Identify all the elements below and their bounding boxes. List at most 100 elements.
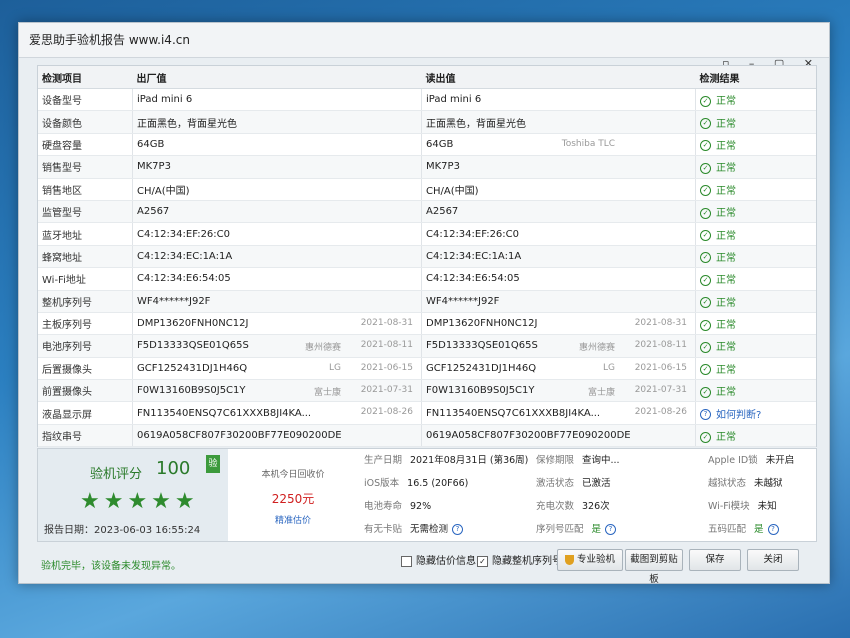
close-button[interactable]: 关闭	[747, 549, 799, 571]
read-value: WF4******J92F	[426, 295, 500, 307]
read-note: 富士康	[587, 388, 615, 399]
help-icon[interactable]: ?	[605, 524, 617, 535]
sim-value: 无需检测	[410, 524, 449, 535]
row-result[interactable]: ? 如何判断?	[695, 401, 816, 425]
row-result: ✓ 正常	[695, 334, 816, 358]
score-box: 验机评分 100 验 ★★★★★ 报告日期：2023-06-03 16:55:2…	[38, 449, 228, 541]
row-item: 主板序列号	[38, 312, 133, 336]
table-row: 指纹串号 0619A058CF807F30200BF77E090200DE 0619…	[38, 424, 816, 448]
result-text: 正常	[716, 185, 736, 197]
check-circle-icon: ✓	[700, 274, 711, 286]
table-row: Wi-Fi地址 C4:12:34:E6:54:05 C4:12:34:E6:54:0…	[38, 267, 816, 291]
battery-key: 电池寿命	[364, 501, 403, 512]
read-value: CH/A(中国)	[426, 185, 479, 197]
battery-value: 92%	[410, 501, 432, 512]
factory-value: MK7P3	[137, 161, 171, 173]
row-factory: 64GB	[132, 133, 422, 157]
row-read: MK7P3	[421, 155, 696, 179]
score-value: 100	[156, 458, 191, 479]
row-read: iPad mini 6	[421, 88, 696, 112]
row-read: WF4******J92F	[421, 290, 696, 313]
summary-panel: 验机评分 100 验 ★★★★★ 报告日期：2023-06-03 16:55:2…	[37, 448, 817, 542]
checkbox-checked-icon[interactable]: ✓	[477, 555, 488, 567]
factory-value: C4:12:34:E6:54:05	[137, 273, 231, 285]
window-title: 爱思助手验机报告 www.i4.cn	[19, 23, 829, 58]
result-text: 正常	[716, 163, 736, 175]
shield-icon	[564, 554, 574, 565]
row-read: C4:12:34:E6:54:05	[421, 267, 696, 291]
result-text: 正常	[716, 387, 736, 399]
row-item: 前置摄像头	[38, 379, 133, 403]
mfg-date-value: 2021年08月31日 (第36周)	[410, 455, 529, 466]
save-button[interactable]: 保存	[689, 549, 741, 571]
help-icon[interactable]: ?	[452, 524, 464, 535]
row-read: F0W13160B9S0J5C1Y 富士康 2021-07-31	[421, 379, 696, 403]
warranty-value: 查询中...	[582, 455, 620, 466]
check-circle-icon: ✓	[700, 386, 711, 398]
factory-value: 正面黑色，背面星光色	[137, 118, 237, 130]
row-result: ✓ 正常	[695, 178, 816, 201]
row-item: 后置摄像头	[38, 357, 133, 381]
row-read: C4:12:34:EF:26:C0	[421, 222, 696, 246]
row-factory: C4:12:34:EC:1A:1A	[132, 245, 422, 269]
read-value: 0619A058CF807F30200BF77E090200DE	[426, 430, 631, 442]
read-value: 正面黑色，背面星光色	[426, 118, 526, 130]
check-circle-icon: ✓	[700, 252, 711, 264]
row-item: 硬盘容量	[38, 133, 133, 157]
row-factory: C4:12:34:E6:54:05	[132, 267, 422, 291]
factory-date: 2021-08-11	[360, 340, 413, 351]
factory-value: C4:12:34:EF:26:C0	[137, 228, 231, 240]
read-value: MK7P3	[426, 161, 460, 173]
table-row: 设备型号 iPad mini 6 iPad mini 6 ✓ 正常	[38, 88, 816, 112]
row-read: CH/A(中国)	[421, 178, 696, 201]
verified-badge: 验	[206, 455, 220, 473]
result-text: 正常	[716, 118, 736, 130]
rating-stars: ★★★★★	[80, 489, 199, 514]
row-result: ✓ 正常	[695, 424, 816, 448]
factory-value: C4:12:34:EC:1A:1A	[137, 250, 233, 262]
row-read: 0619A058CF807F30200BF77E090200DE	[421, 424, 696, 448]
factory-value: DMP13620FNH0NC12J	[137, 318, 249, 330]
check-circle-icon: ✓	[700, 207, 711, 219]
read-value: 64GB	[426, 138, 454, 150]
hide-price-label: 隐藏估价信息	[416, 556, 476, 567]
read-value: DMP13620FNH0NC12J	[426, 318, 538, 330]
col-header-item: 检测项目	[38, 66, 133, 89]
valuation-box: 本机今日回收价 2250元 精准估价	[228, 449, 358, 541]
read-value: C4:12:34:EC:1A:1A	[426, 250, 522, 262]
checkbox-unchecked-icon[interactable]	[401, 555, 412, 567]
row-result: ✓ 正常	[695, 88, 816, 112]
hide-serial-checkbox[interactable]: ✓ 隐藏整机序列号	[477, 553, 562, 571]
row-item: 蜂窝地址	[38, 245, 133, 269]
table-row: 蜂窝地址 C4:12:34:EC:1A:1A C4:12:34:EC:1A:1A ✓ 正…	[38, 245, 816, 269]
row-read: 64GB Toshiba TLC	[421, 133, 696, 157]
row-read: FN113540ENSQ7C61XXXB8JI4KA... 2021-08-26	[421, 401, 696, 425]
activation-value: 已激活	[582, 478, 611, 489]
factory-value: WF4******J92F	[137, 295, 211, 307]
hide-price-checkbox[interactable]: 隐藏估价信息	[401, 553, 476, 571]
hide-serial-label: 隐藏整机序列号	[492, 556, 562, 567]
table-row: 整机序列号 WF4******J92F WF4******J92F ✓ 正常	[38, 290, 816, 313]
row-item: 电池序列号	[38, 334, 133, 358]
precise-valuation-link[interactable]: 精准估价	[228, 513, 358, 526]
read-value: iPad mini 6	[426, 94, 482, 106]
factory-value: FN113540ENSQ7C61XXXB8JI4KA...	[137, 407, 312, 419]
wifi-key: Wi-Fi模块	[708, 501, 750, 512]
check-circle-icon: ✓	[700, 431, 711, 443]
read-date: 2021-07-31	[634, 385, 687, 396]
charge-key: 充电次数	[536, 501, 575, 512]
screenshot-button[interactable]: 截图到剪贴板	[625, 549, 683, 585]
help-icon[interactable]: ?	[767, 524, 779, 535]
result-text: 正常	[716, 364, 736, 376]
check-circle-icon: ✓	[700, 319, 711, 331]
read-value: FN113540ENSQ7C61XXXB8JI4KA...	[426, 407, 601, 419]
row-result: ✓ 正常	[695, 222, 816, 246]
ios-key: iOS版本	[364, 478, 400, 489]
table-row: 销售地区 CH/A(中国) CH/A(中国) ✓ 正常	[38, 178, 816, 201]
result-text[interactable]: 如何判断?	[716, 410, 761, 421]
appleid-value: 未开启	[765, 455, 795, 466]
result-text: 正常	[716, 96, 736, 108]
charge-value: 326次	[582, 501, 610, 512]
pro-check-button[interactable]: 专业验机	[557, 549, 623, 571]
row-factory: CH/A(中国)	[132, 178, 422, 201]
